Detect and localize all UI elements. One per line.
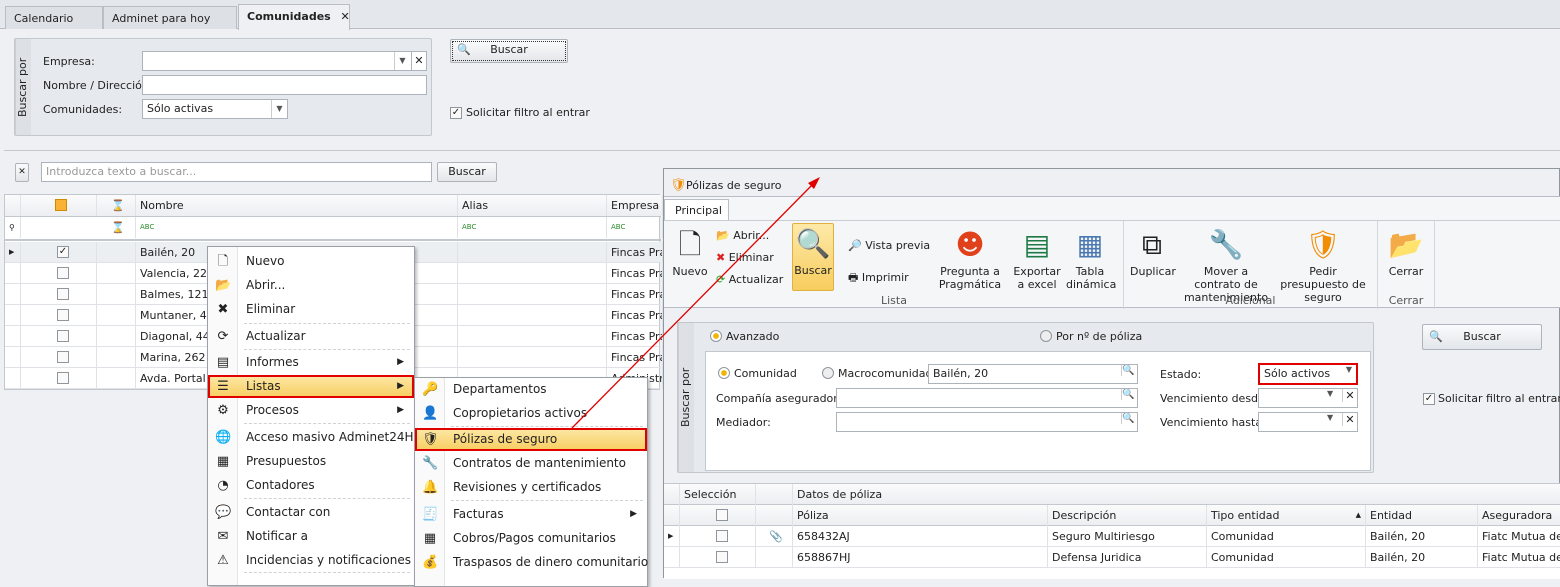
annotation-arrow (571, 177, 820, 429)
